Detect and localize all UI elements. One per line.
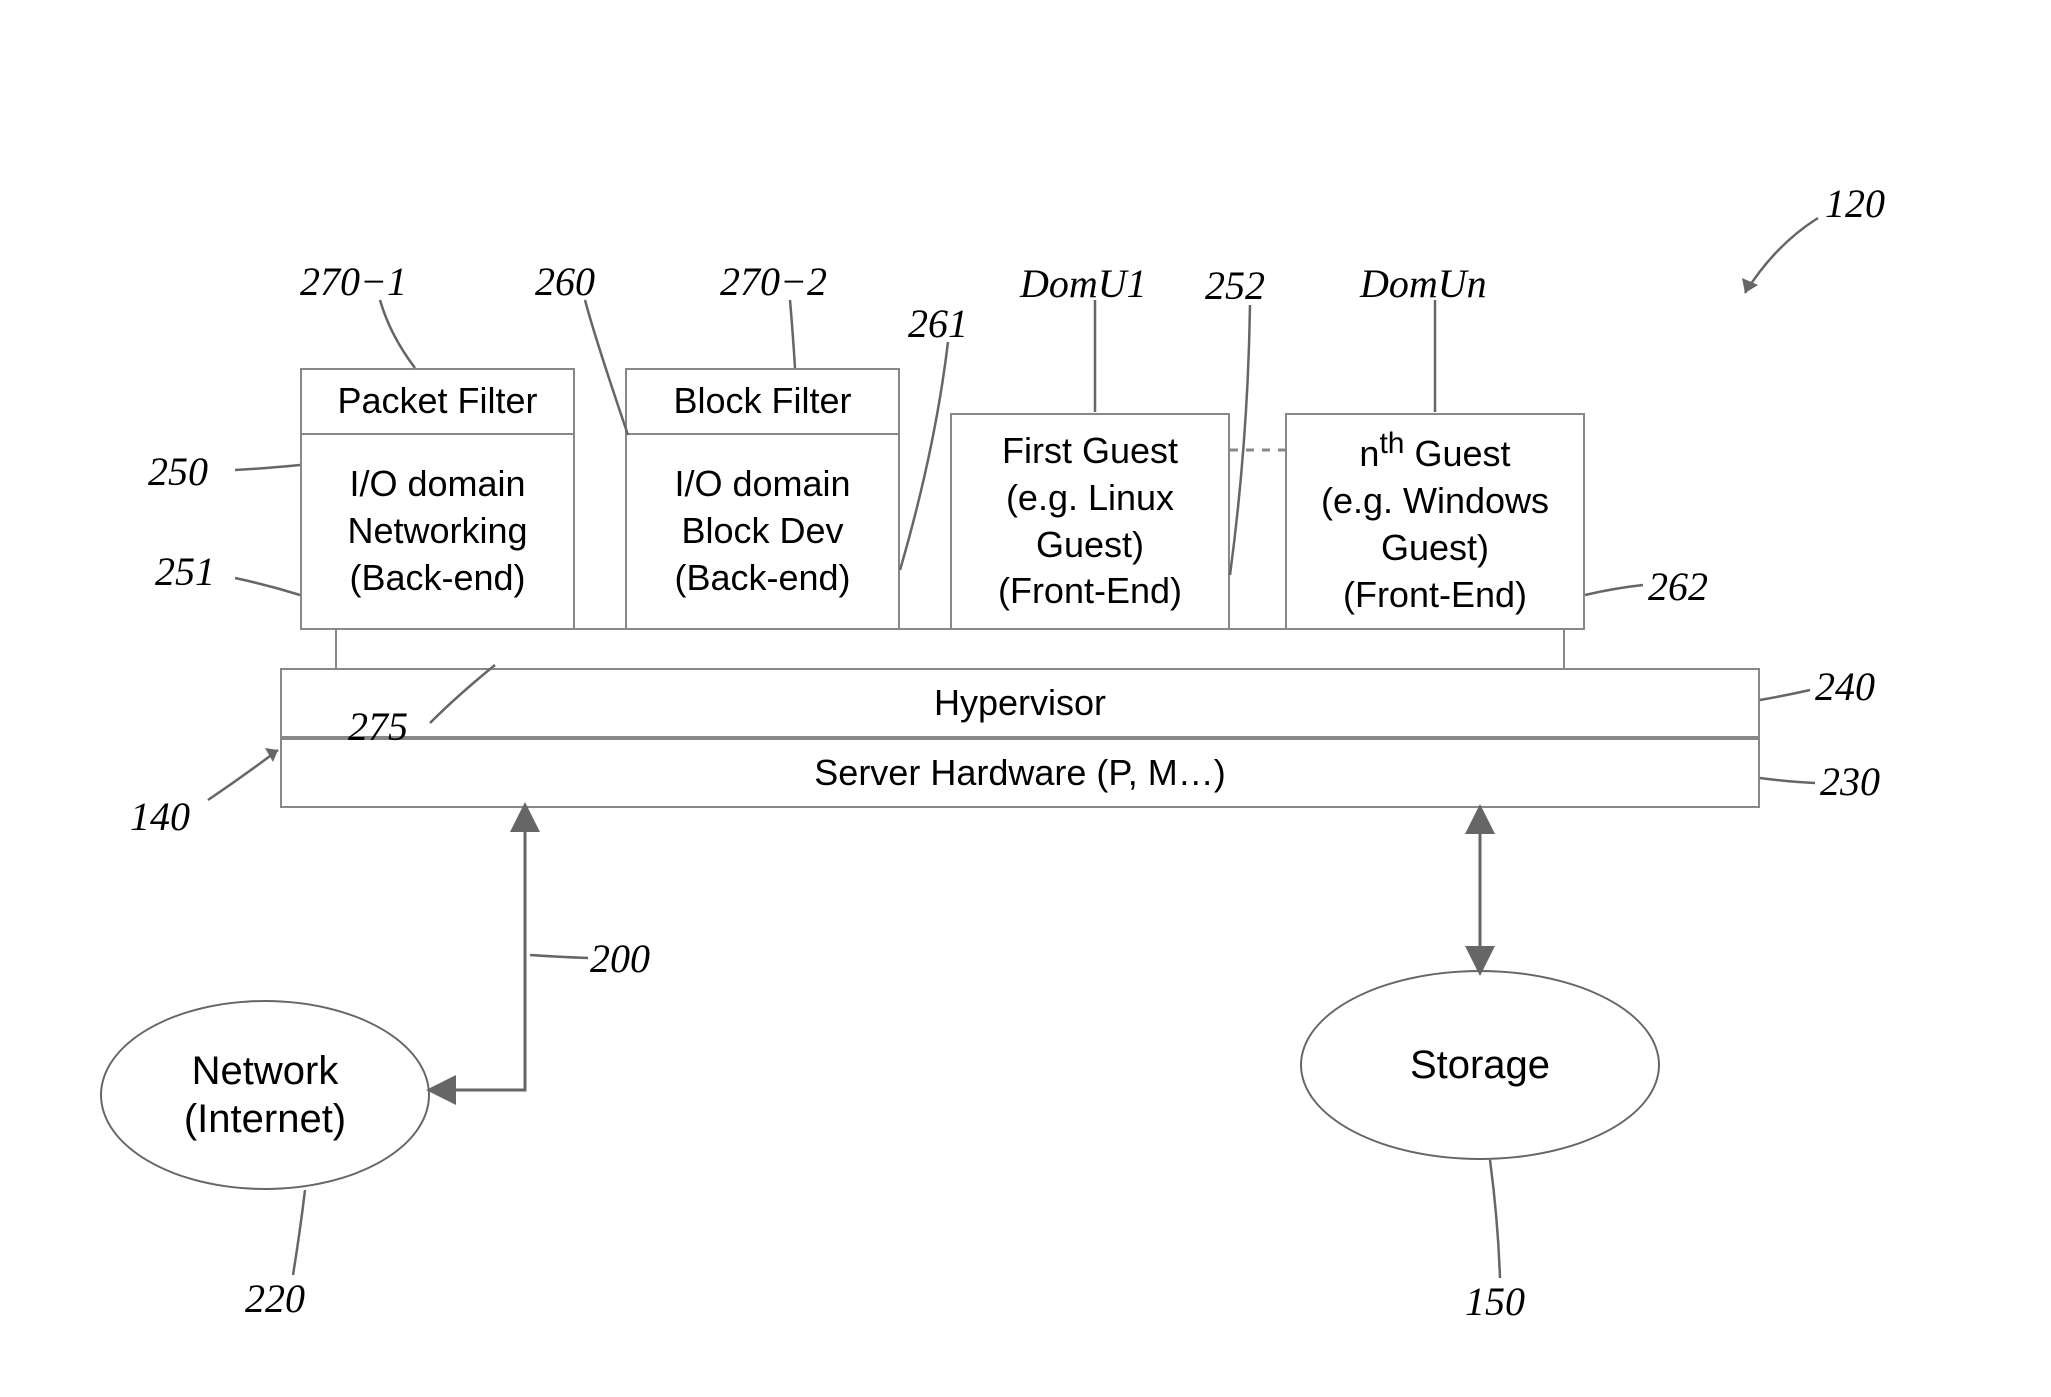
leader-lines: [0, 0, 2051, 1397]
